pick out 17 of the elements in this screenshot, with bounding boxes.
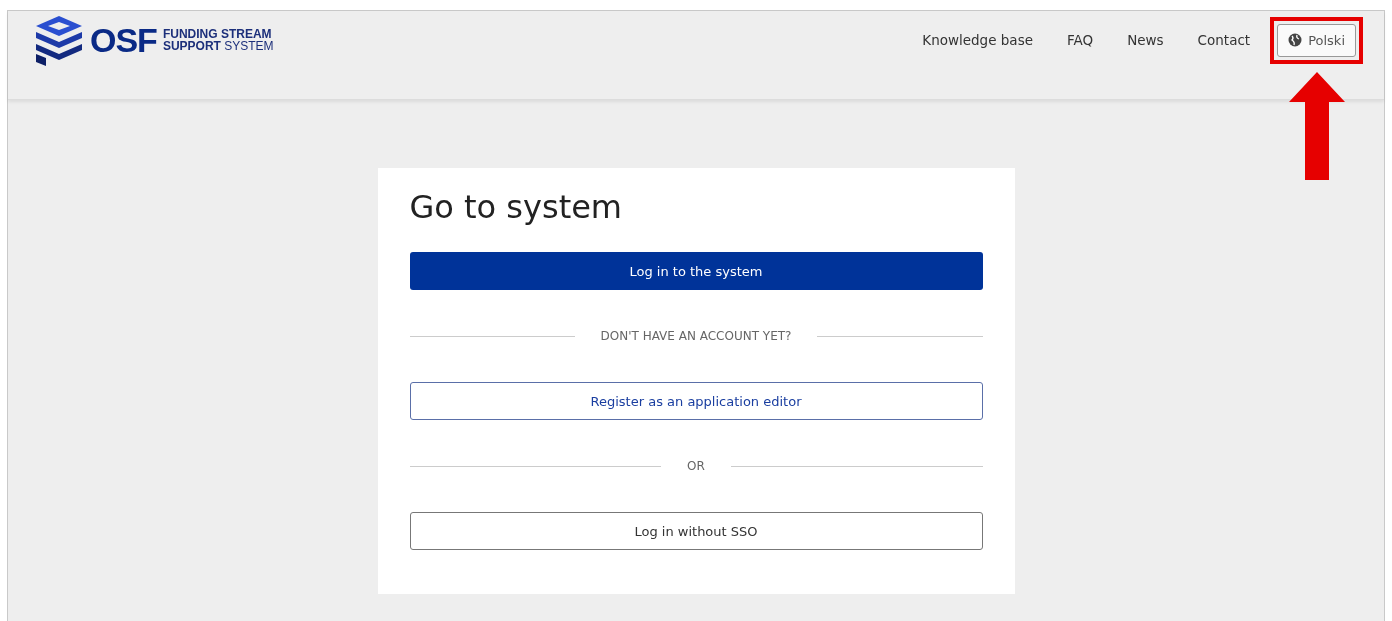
logo-icon <box>34 14 84 66</box>
globe-icon <box>1288 33 1303 47</box>
divider-label: OR <box>686 459 706 473</box>
divider-label: DON'T HAVE AN ACCOUNT YET? <box>599 329 793 343</box>
card-title: Go to system <box>409 188 624 226</box>
arrow-icon <box>1288 71 1345 180</box>
logo-tagline: FUNDING STREAM <box>162 28 273 40</box>
login-button[interactable]: Log in to the system <box>409 252 983 290</box>
language-button[interactable]: Polski <box>1277 23 1356 57</box>
nav-link[interactable]: Knowledge base <box>905 32 1050 48</box>
login-button[interactable]: Log in without SSO <box>409 512 983 550</box>
nav-link[interactable]: Contact <box>1180 32 1268 48</box>
nav-link[interactable]: News <box>1110 32 1181 48</box>
brand-name: OSF <box>90 20 157 60</box>
logo-tagline: SUPPORT SYSTEM <box>162 40 274 52</box>
register-button[interactable]: Register as an application editor <box>409 382 983 420</box>
nav-link[interactable]: FAQ <box>1049 32 1111 48</box>
